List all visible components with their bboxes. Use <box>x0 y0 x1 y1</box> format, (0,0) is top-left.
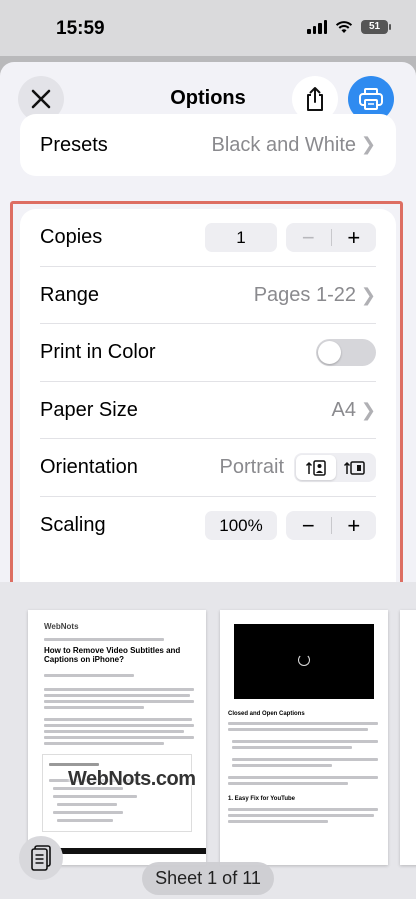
presets-row[interactable]: Presets Black and White ❯ <box>20 114 396 176</box>
text-line <box>228 728 368 731</box>
text-line <box>44 742 164 745</box>
preview-page-3[interactable] <box>400 610 416 865</box>
text-line <box>232 758 378 761</box>
text-line <box>44 700 194 703</box>
preview-video-frame <box>234 624 374 699</box>
toggle-knob <box>318 341 341 365</box>
chevron-right-icon: ❯ <box>360 399 376 420</box>
text-line <box>53 795 137 798</box>
share-icon <box>307 87 323 111</box>
battery-icon: 51 <box>361 20 391 34</box>
preview-page-1[interactable]: WebNots How to Remove Video Subtitles an… <box>28 610 206 865</box>
chevron-right-icon: ❯ <box>360 134 376 154</box>
text-line <box>44 638 164 641</box>
preview-section-heading: Closed and Open Captions <box>228 711 305 717</box>
text-line <box>44 730 184 733</box>
text-line <box>228 808 378 811</box>
range-value: Pages 1-22 <box>253 283 356 306</box>
options-sheet: Options Presets Black and White ❯ Copies… <box>0 62 416 899</box>
scaling-stepper[interactable]: − + <box>286 511 376 540</box>
increment-button[interactable]: + <box>332 511 377 540</box>
text-line <box>44 694 190 697</box>
scaling-input[interactable]: 100% <box>205 511 277 540</box>
chevron-right-icon: ❯ <box>360 284 376 305</box>
document-button[interactable] <box>19 836 63 880</box>
increment-button[interactable]: + <box>332 223 377 252</box>
paper-size-row[interactable]: Paper Size A4 ❯ <box>20 382 396 440</box>
scaling-row: Scaling 100% − + <box>20 497 396 555</box>
text-line <box>228 814 374 817</box>
print-options-card: Copies 1 − + Range Pages 1-22 ❯ Print in… <box>20 209 396 613</box>
print-preview[interactable]: WebNots How to Remove Video Subtitles an… <box>0 582 416 899</box>
printer-icon <box>359 88 383 110</box>
text-line <box>228 776 378 779</box>
orientation-value: Portrait <box>219 456 284 479</box>
range-label: Range <box>40 283 99 306</box>
decrement-button[interactable]: − <box>286 223 331 252</box>
status-time: 15:59 <box>56 18 105 39</box>
wifi-icon <box>335 21 353 33</box>
preview-toc-box <box>42 754 192 832</box>
cellular-signal-icon <box>307 20 327 34</box>
text-line <box>228 820 328 823</box>
document-icon <box>31 845 51 871</box>
preview-page-2[interactable]: Closed and Open Captions 1. Easy Fix for… <box>220 610 388 865</box>
text-line <box>44 736 194 739</box>
text-line <box>232 764 332 767</box>
scaling-label: Scaling <box>40 514 106 536</box>
portrait-icon <box>305 460 326 476</box>
sheet-counter: Sheet 1 of 11 <box>142 862 274 895</box>
orientation-label: Orientation <box>40 456 138 479</box>
text-line <box>44 688 194 691</box>
print-in-color-row: Print in Color <box>20 324 396 382</box>
text-line <box>228 722 378 725</box>
preview-article-title: How to Remove Video Subtitles and Captio… <box>44 646 181 664</box>
paper-size-label: Paper Size <box>40 398 138 421</box>
text-line <box>53 811 123 814</box>
landscape-option[interactable] <box>334 455 374 480</box>
text-line <box>44 674 134 677</box>
text-line <box>44 724 194 727</box>
copies-row: Copies 1 − + <box>20 209 396 267</box>
status-bar: 15:59 51 <box>0 0 416 56</box>
text-line <box>44 718 192 721</box>
orientation-segmented-control <box>294 453 376 483</box>
text-line <box>44 706 144 709</box>
text-line <box>232 746 352 749</box>
preview-logo: WebNots <box>44 622 79 631</box>
orientation-row: Orientation Portrait <box>20 439 396 497</box>
decrement-button[interactable]: − <box>286 511 331 540</box>
preview-subheading: 1. Easy Fix for YouTube <box>228 796 296 802</box>
print-in-color-label: Print in Color <box>40 341 156 364</box>
copies-input[interactable]: 1 <box>205 223 277 252</box>
print-in-color-toggle[interactable] <box>316 339 376 367</box>
text-line <box>57 803 117 806</box>
watermark-logo: WebNots.com <box>68 768 196 790</box>
text-line <box>57 819 113 822</box>
copies-label: Copies <box>40 226 103 248</box>
status-icons: 51 <box>307 20 391 34</box>
portrait-option[interactable] <box>296 455 336 481</box>
loading-spinner-icon <box>298 654 310 666</box>
text-line <box>228 782 348 785</box>
range-row[interactable]: Range Pages 1-22 ❯ <box>20 267 396 325</box>
text-line <box>232 740 378 743</box>
text-line <box>49 763 99 766</box>
landscape-icon <box>343 461 365 475</box>
presets-value: Black and White <box>211 134 356 156</box>
paper-size-value: A4 <box>331 398 356 421</box>
presets-label: Presets <box>40 134 108 156</box>
copies-stepper[interactable]: − + <box>286 223 376 252</box>
